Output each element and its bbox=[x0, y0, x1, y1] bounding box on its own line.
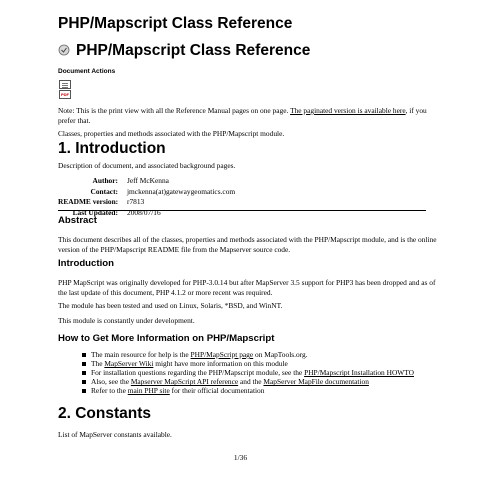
print-icon[interactable] bbox=[59, 80, 71, 89]
list-item: Also, see the Mapserver MapScript API re… bbox=[82, 377, 432, 386]
document-icon bbox=[58, 43, 70, 56]
php-mapscript-page-link[interactable]: PHP/MapScript page bbox=[191, 350, 254, 359]
abstract-divider bbox=[58, 210, 426, 211]
more-info-title: How to Get More Information on PHP/Mapsc… bbox=[58, 333, 275, 344]
page-heading-text: PHP/Mapscript Class Reference bbox=[76, 42, 311, 59]
abstract-text: This document describes all of the class… bbox=[58, 235, 437, 254]
list-item: The main resource for help is the PHP/Ma… bbox=[82, 350, 432, 359]
page-heading: PHP/Mapscript Class Reference bbox=[58, 42, 310, 60]
introduction-paragraph-1: PHP MapScript was originally developed f… bbox=[58, 278, 436, 297]
document-actions-label: Document Actions bbox=[58, 68, 116, 75]
document-title: PHP/Mapscript Class Reference bbox=[58, 15, 293, 32]
introduction-paragraph-2: The module has been tested and used on L… bbox=[58, 301, 283, 310]
introduction-title: Introduction bbox=[58, 258, 114, 269]
mapserver-wiki-link[interactable]: MapServer Wiki bbox=[104, 359, 153, 368]
section-constants-text: List of MapServer constants available. bbox=[58, 430, 172, 439]
section-introduction-description: Description of document, and associated … bbox=[58, 161, 236, 170]
pdf-icon[interactable]: PDF bbox=[59, 90, 71, 99]
list-item: Refer to the main PHP site for their off… bbox=[82, 386, 432, 395]
section-introduction-title: 1. Introduction bbox=[58, 140, 166, 157]
paginated-version-link[interactable]: The paginated version is available here bbox=[290, 106, 406, 115]
mapscript-api-reference-link[interactable]: Mapserver MapScript API reference bbox=[131, 377, 238, 386]
meta-row-readme-version: README version: r7813 bbox=[58, 197, 145, 207]
meta-row-contact: Contact: jmckenna(at)gatewaygeomatics.co… bbox=[90, 186, 236, 196]
document-page: PHP/Mapscript Class Reference PHP/Mapscr… bbox=[0, 0, 481, 481]
meta-row-author: Author: Jeff McKenna bbox=[92, 176, 169, 185]
print-view-note: Note: This is the print view with all th… bbox=[58, 106, 438, 125]
list-item: For installation questions regarding the… bbox=[82, 368, 432, 377]
introduction-paragraph-3: This module is constantly under developm… bbox=[58, 316, 195, 325]
installation-howto-link[interactable]: PHP/Mapscript Installation HOWTO bbox=[304, 368, 414, 377]
pdf-icon-label: PDF bbox=[61, 92, 69, 97]
intro-text: Classes, properties and methods associat… bbox=[58, 129, 285, 138]
mapfile-documentation-link[interactable]: MapServer MapFile documentation bbox=[263, 377, 369, 386]
abstract-title: Abstract bbox=[58, 215, 97, 226]
note-prefix: Note: This is the print view with all th… bbox=[58, 106, 291, 115]
page-number: 1/36 bbox=[233, 453, 248, 462]
main-php-site-link[interactable]: main PHP site bbox=[128, 386, 170, 395]
document-metadata: Author: Jeff McKenna Contact: jmckenna(a… bbox=[58, 176, 235, 218]
section-constants-title: 2. Constants bbox=[58, 405, 152, 422]
list-item: The MapServer Wiki might have more infor… bbox=[82, 359, 432, 368]
more-info-list: The main resource for help is the PHP/Ma… bbox=[82, 350, 432, 395]
